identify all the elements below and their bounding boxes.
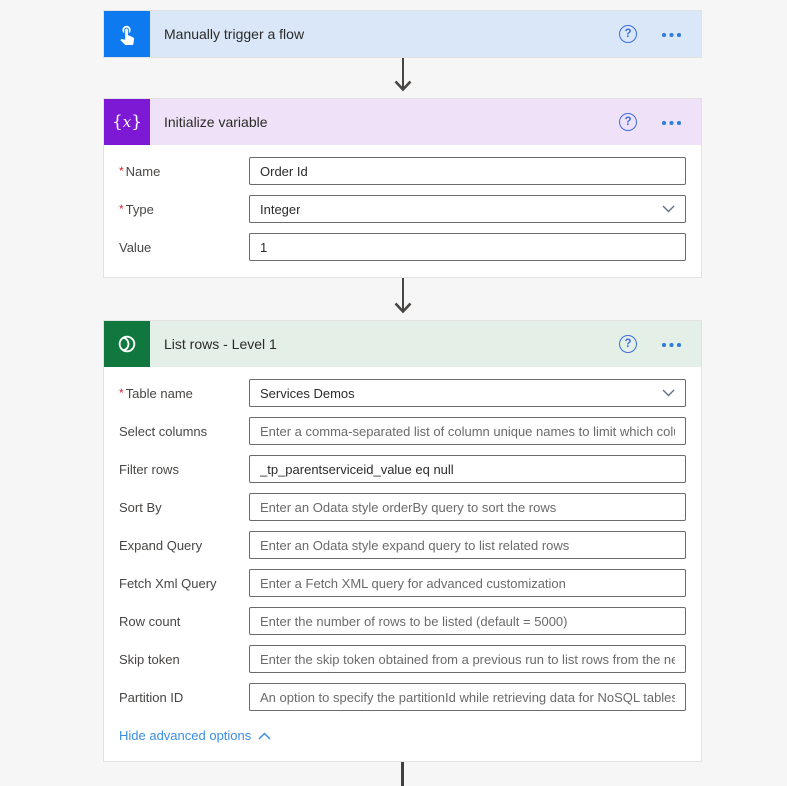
table-name-dropdown-value: Services Demos: [260, 386, 355, 401]
field-row-name: *Name: [119, 157, 686, 185]
ellipsis-menu-icon[interactable]: [661, 335, 683, 353]
ellipsis-menu-icon[interactable]: [661, 113, 683, 131]
select-columns-field-label: Select columns: [119, 424, 249, 439]
trigger-card-header[interactable]: Manually trigger a flow ?: [104, 11, 701, 57]
name-field-label: *Name: [119, 164, 249, 179]
help-icon[interactable]: ?: [619, 25, 637, 43]
field-row-select-columns: Select columns: [119, 417, 686, 445]
table-name-field-label: *Table name: [119, 386, 249, 401]
filter-rows-field-label: Filter rows: [119, 462, 249, 477]
connector-arrow-1: [103, 58, 702, 98]
trigger-card-title: Manually trigger a flow: [164, 26, 619, 42]
value-input[interactable]: [249, 233, 686, 261]
chevron-down-icon: [662, 389, 675, 397]
fetch-xml-query-input[interactable]: [249, 569, 686, 597]
trigger-card: Manually trigger a flow ?: [103, 10, 702, 58]
sort-by-input[interactable]: [249, 493, 686, 521]
filter-rows-input[interactable]: [249, 455, 686, 483]
initialize-variable-card: {x} Initialize variable ? *Name *Type In…: [103, 98, 702, 278]
flow-designer-canvas: Manually trigger a flow ? {x} Initialize…: [103, 10, 702, 786]
field-row-sort-by: Sort By: [119, 493, 686, 521]
connector-arrow-2: [103, 278, 702, 320]
field-row-row-count: Row count: [119, 607, 686, 635]
connector-line-bottom: [401, 762, 404, 786]
ellipsis-dots: [662, 343, 666, 347]
initialize-variable-card-header[interactable]: {x} Initialize variable ?: [104, 99, 701, 145]
select-columns-input[interactable]: [249, 417, 686, 445]
list-rows-card-title: List rows - Level 1: [164, 336, 619, 352]
hide-advanced-options-link[interactable]: Hide advanced options: [119, 728, 271, 743]
sort-by-field-label: Sort By: [119, 500, 249, 515]
required-asterisk: *: [119, 202, 124, 216]
ellipsis-dots: [662, 33, 666, 37]
name-input[interactable]: [249, 157, 686, 185]
type-field-label: *Type: [119, 202, 249, 217]
row-count-input[interactable]: [249, 607, 686, 635]
dataverse-icon: [104, 321, 150, 367]
partition-id-input[interactable]: [249, 683, 686, 711]
hide-advanced-options-label: Hide advanced options: [119, 728, 251, 743]
manual-trigger-icon: [104, 11, 150, 57]
variable-icon: {x}: [104, 99, 150, 145]
expand-query-field-label: Expand Query: [119, 538, 249, 553]
ellipsis-menu-icon[interactable]: [661, 25, 683, 43]
field-row-filter-rows: Filter rows: [119, 455, 686, 483]
partition-id-field-label: Partition ID: [119, 690, 249, 705]
help-icon[interactable]: ?: [619, 113, 637, 131]
required-asterisk: *: [119, 164, 124, 178]
fetch-xml-query-field-label: Fetch Xml Query: [119, 576, 249, 591]
value-field-label: Value: [119, 240, 249, 255]
field-row-expand-query: Expand Query: [119, 531, 686, 559]
chevron-up-icon: [258, 732, 271, 740]
skip-token-input[interactable]: [249, 645, 686, 673]
chevron-down-icon: [662, 205, 675, 213]
field-row-partition-id: Partition ID: [119, 683, 686, 711]
initialize-variable-card-title: Initialize variable: [164, 114, 619, 130]
help-icon[interactable]: ?: [619, 335, 637, 353]
ellipsis-dots: [662, 121, 666, 125]
skip-token-field-label: Skip token: [119, 652, 249, 667]
type-dropdown[interactable]: Integer: [249, 195, 686, 223]
list-rows-card: List rows - Level 1 ? *Table name Servic…: [103, 320, 702, 762]
row-count-field-label: Row count: [119, 614, 249, 629]
expand-query-input[interactable]: [249, 531, 686, 559]
down-arrow-icon: [391, 278, 415, 320]
field-row-value: Value: [119, 233, 686, 261]
list-rows-card-header[interactable]: List rows - Level 1 ?: [104, 321, 701, 367]
field-row-type: *Type Integer: [119, 195, 686, 223]
field-row-fetch-xml-query: Fetch Xml Query: [119, 569, 686, 597]
required-asterisk: *: [119, 386, 124, 400]
table-name-dropdown[interactable]: Services Demos: [249, 379, 686, 407]
down-arrow-icon: [391, 58, 415, 98]
field-row-table-name: *Table name Services Demos: [119, 379, 686, 407]
field-row-skip-token: Skip token: [119, 645, 686, 673]
type-dropdown-value: Integer: [260, 202, 300, 217]
